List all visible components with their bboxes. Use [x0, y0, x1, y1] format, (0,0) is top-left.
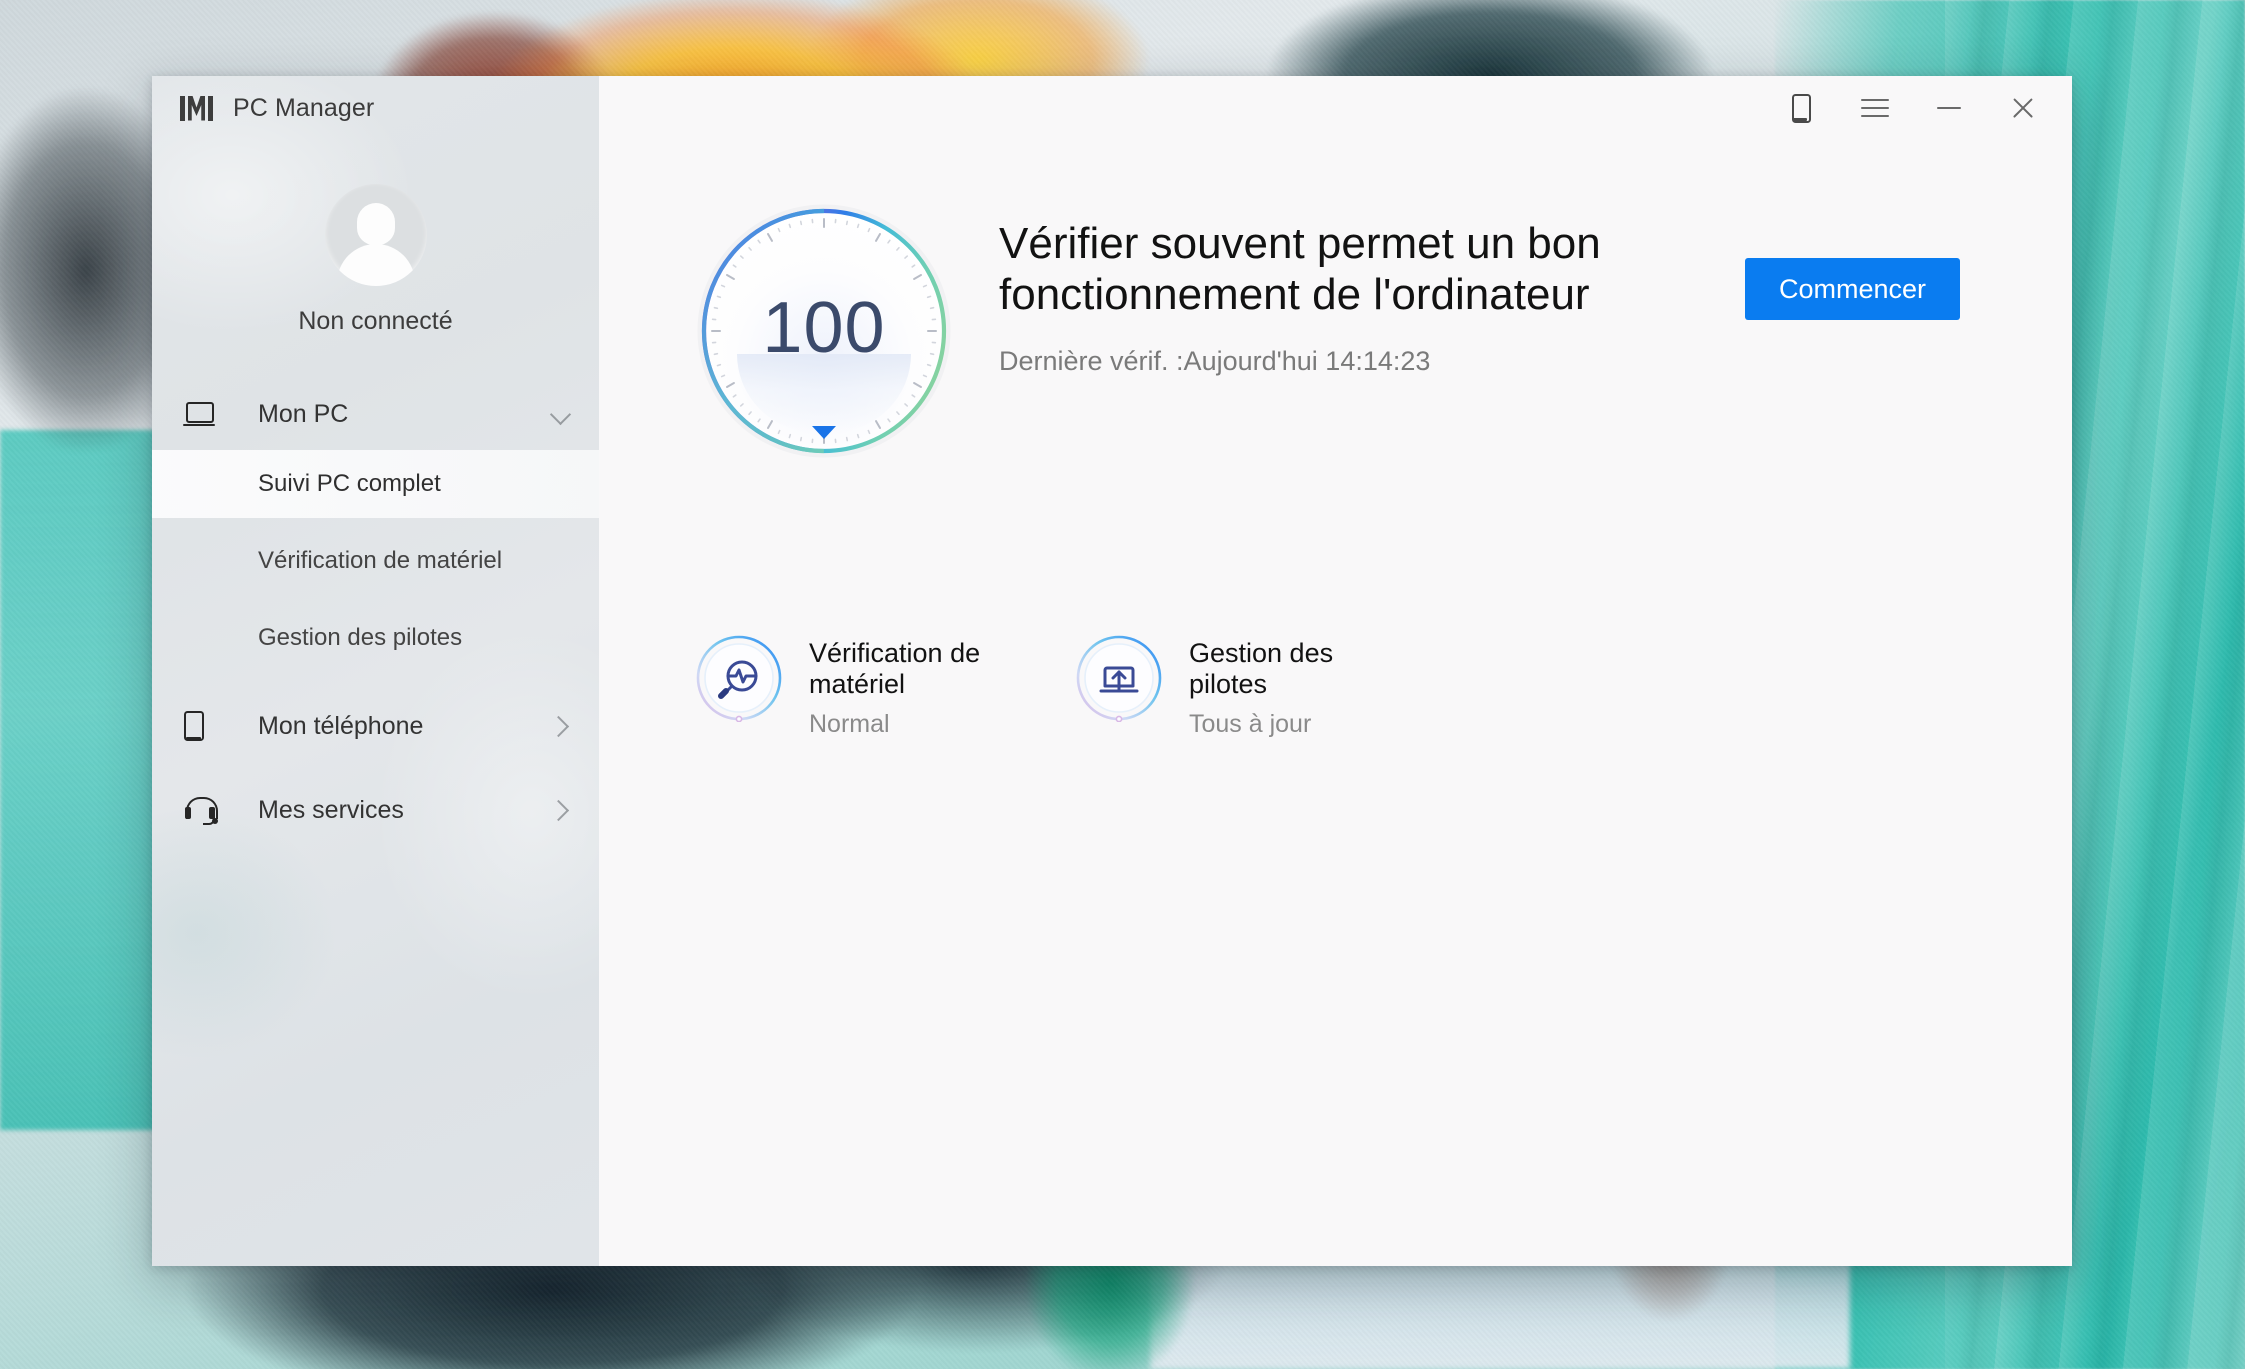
- sidebar-item-mes-services[interactable]: Mes services: [152, 774, 599, 846]
- sidebar-subitem-label: Gestion des pilotes: [258, 624, 463, 651]
- feature-cards: Vérification de matériel Normal Gestion …: [695, 632, 1455, 739]
- close-icon: [2010, 95, 2036, 121]
- sidebar-item-label: Mon téléphone: [258, 711, 424, 740]
- card-title: Gestion des pilotes: [1189, 638, 1334, 700]
- hero-title: Vérifier souvent permet un bon fonctionn…: [999, 219, 1601, 320]
- window-controls: [1764, 76, 2072, 140]
- health-score-gauge: 100: [697, 204, 951, 458]
- sidebar-nav: Mon PC Suivi PC complet Vérification de …: [152, 378, 599, 846]
- card-status: Normal: [809, 710, 890, 739]
- card-status: Tous à jour: [1189, 710, 1312, 739]
- last-check-label: Dernière vérif. :Aujourd'hui 14:14:23: [999, 346, 1431, 377]
- main-content: 100 Vérifier souvent permet un bon fonct…: [599, 76, 2072, 1266]
- hero-text-block: Vérifier souvent permet un bon fonctionn…: [999, 204, 1745, 377]
- sidebar-item-label: Mon PC: [258, 399, 349, 428]
- sidebar: PC Manager Non connecté Mon PC Suivi PC …: [152, 76, 599, 1266]
- sidebar-item-mon-pc[interactable]: Mon PC: [152, 378, 599, 450]
- hardware-scan-magnifier-icon: [695, 634, 783, 722]
- card-text: Vérification de matériel Normal: [809, 632, 1019, 739]
- close-button[interactable]: [1986, 76, 2060, 140]
- card-gestion-pilotes[interactable]: Gestion des pilotes Tous à jour: [1075, 632, 1455, 739]
- card-title: Vérification de matériel: [809, 638, 981, 700]
- sidebar-item-mon-telephone[interactable]: Mon téléphone: [152, 690, 599, 762]
- phone-icon: [184, 711, 228, 741]
- hero-section: 100 Vérifier souvent permet un bon fonct…: [599, 204, 2072, 458]
- app-title: PC Manager: [233, 93, 375, 122]
- start-scan-button[interactable]: Commencer: [1744, 258, 1960, 320]
- sidebar-subitem-label: Vérification de matériel: [258, 546, 503, 574]
- account-block[interactable]: Non connecté: [152, 140, 599, 336]
- menu-button[interactable]: [1838, 76, 1912, 140]
- hamburger-menu-icon: [1861, 99, 1889, 118]
- pc-manager-logo-icon: [180, 95, 213, 121]
- phone-icon: [1791, 93, 1811, 123]
- card-text: Gestion des pilotes Tous à jour: [1189, 632, 1399, 739]
- chevron-right-icon[interactable]: [551, 799, 573, 821]
- sidebar-item-suivi-pc-complet[interactable]: Suivi PC complet: [152, 450, 599, 518]
- sidebar-item-gestion-pilotes[interactable]: Gestion des pilotes: [152, 604, 599, 672]
- user-avatar-icon[interactable]: [324, 184, 427, 286]
- titlebar-brand: PC Manager: [152, 76, 599, 140]
- laptop-icon: [183, 402, 228, 426]
- chevron-right-icon[interactable]: [551, 715, 573, 737]
- gauge-pointer-icon: [812, 426, 836, 439]
- minimize-button[interactable]: [1912, 76, 1986, 140]
- pc-manager-window: PC Manager Non connecté Mon PC Suivi PC …: [152, 76, 2072, 1266]
- phone-link-button[interactable]: [1764, 76, 1838, 140]
- chevron-down-icon[interactable]: [551, 403, 573, 425]
- sidebar-item-verification-materiel[interactable]: Vérification de matériel: [152, 518, 599, 604]
- driver-update-monitor-icon: [1075, 634, 1163, 722]
- headset-icon: [184, 797, 228, 825]
- minimize-icon: [1937, 106, 1961, 110]
- sidebar-subitem-label: Suivi PC complet: [258, 470, 441, 497]
- sidebar-item-label: Mes services: [258, 795, 404, 824]
- card-verification-materiel[interactable]: Vérification de matériel Normal: [695, 632, 1075, 739]
- account-status-label: Non connecté: [298, 307, 453, 335]
